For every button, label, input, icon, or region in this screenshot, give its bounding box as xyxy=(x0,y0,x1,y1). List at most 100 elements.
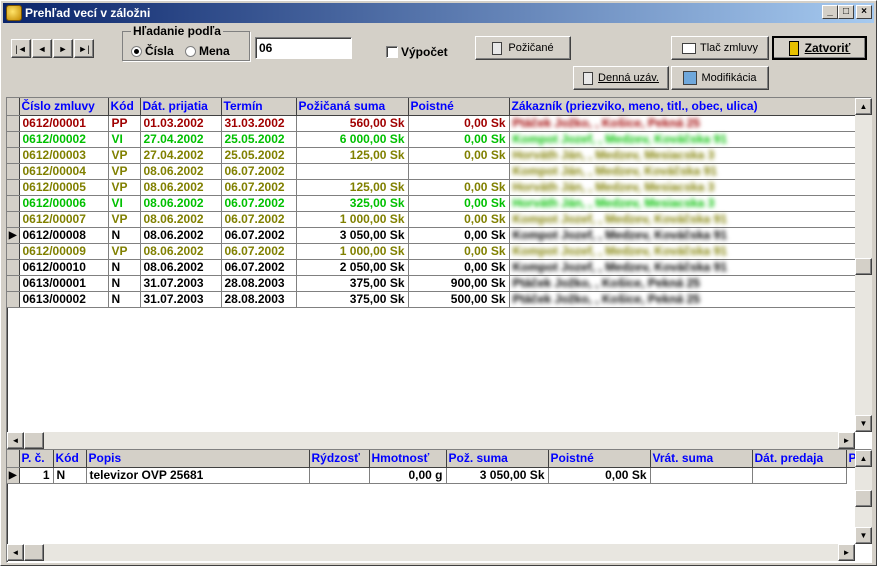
search-legend: Hľadanie podľa xyxy=(131,24,223,38)
column-header[interactable]: Požičaná suma xyxy=(296,98,409,116)
table-cell: 0,00 Sk xyxy=(408,243,510,260)
table-cell: 0,00 g xyxy=(369,467,447,484)
table-cell: 0612/00006 xyxy=(19,195,109,212)
column-header[interactable]: Dát. predaja xyxy=(752,450,847,468)
close-window-button[interactable]: × xyxy=(856,5,872,19)
hscroll-thumb[interactable] xyxy=(24,544,44,561)
column-header[interactable]: Vrát. suma xyxy=(650,450,753,468)
items-grid[interactable]: P. č. Kód Popis Rýdzosť Hmotnosť Pož. suma Poi… xyxy=(6,449,872,563)
table-cell: 27.04.2002 xyxy=(140,147,222,164)
print-contract-button[interactable]: Tlač zmluvy xyxy=(671,36,769,60)
table-row[interactable]: 0612/00007 VP 08.06.2002 06.07.2002 1 000,00… xyxy=(7,211,860,228)
hscroll-thumb[interactable] xyxy=(24,432,44,449)
table-row[interactable]: 0613/00001 N 31.07.2003 28.08.2003 375,00 Sk… xyxy=(7,275,860,292)
table-cell: Kompot Ján, , Medzev, Kováčska 91 xyxy=(509,163,860,180)
nav-last-button[interactable]: ►| xyxy=(74,39,94,58)
table-row[interactable]: 0613/00002 N 31.07.2003 28.08.2003 375,00 Sk… xyxy=(7,291,860,308)
table-cell: 0612/00002 xyxy=(19,131,109,148)
table-cell: VP xyxy=(108,163,141,180)
table-cell: 0612/00005 xyxy=(19,179,109,196)
table-row[interactable]: 0612/00004 VP 08.06.2002 06.07.2002 Kompot J… xyxy=(7,163,860,180)
table-cell: 08.06.2002 xyxy=(140,227,222,244)
contracts-vscroll[interactable]: ▲ ▼ xyxy=(855,98,872,432)
scroll-thumb[interactable] xyxy=(855,258,872,275)
table-cell: 08.06.2002 xyxy=(140,195,222,212)
scroll-down-arrow[interactable]: ▼ xyxy=(855,415,872,432)
nav-next-button[interactable]: ► xyxy=(53,39,73,58)
table-cell: 0,00 Sk xyxy=(408,179,510,196)
scroll-right-arrow[interactable]: ► xyxy=(838,432,855,449)
table-row[interactable]: 0612/00002 VI 27.04.2002 25.05.2002 6 000,00… xyxy=(7,131,860,148)
table-cell: Horváth Ján, , Medzev, Mesiacska 3 xyxy=(509,179,860,196)
app-icon xyxy=(6,5,22,21)
printer-icon xyxy=(681,42,696,54)
column-header[interactable]: Popis xyxy=(86,450,310,468)
table-row[interactable]: 0612/00003 VP 27.04.2002 25.05.2002 125,00 S… xyxy=(7,147,860,164)
table-row[interactable]: 0612/00010 N 08.06.2002 06.07.2002 2 050,00 … xyxy=(7,259,860,276)
column-header[interactable]: Hmotnosť xyxy=(369,450,447,468)
search-input[interactable]: 06 xyxy=(255,37,352,59)
modify-button[interactable]: Modifikácia xyxy=(671,66,769,90)
table-cell: 0,00 Sk xyxy=(408,195,510,212)
column-header[interactable]: Kód xyxy=(108,98,141,116)
table-row[interactable]: 0612/00006 VI 08.06.2002 06.07.2002 325,00 S… xyxy=(7,195,860,212)
table-cell: Ptáček Jožko, , Košice, Pekná 25 xyxy=(509,275,860,292)
table-cell: 28.08.2003 xyxy=(221,275,297,292)
table-row[interactable]: ▶ 0612/00008 N 08.06.2002 06.07.2002 3 050,00… xyxy=(7,227,860,244)
table-cell: Ptáček Jožko, , Košice, Pekná 25 xyxy=(509,291,860,308)
table-cell: N xyxy=(108,291,141,308)
column-header[interactable]: Poistné xyxy=(408,98,510,116)
table-cell: 0,00 Sk xyxy=(408,131,510,148)
column-header[interactable]: Rýdzosť xyxy=(309,450,370,468)
minimize-button[interactable]: _ xyxy=(822,5,838,19)
scroll-up-arrow[interactable]: ▲ xyxy=(855,450,872,467)
scroll-left-arrow[interactable]: ◄ xyxy=(7,544,24,561)
column-header[interactable]: Dát. prijatia xyxy=(140,98,222,116)
items-table: P. č. Kód Popis Rýdzosť Hmotnosť Pož. suma Poi… xyxy=(7,450,860,484)
items-vscroll[interactable]: ▲ ▼ xyxy=(855,450,872,544)
borrowed-button[interactable]: Požičané xyxy=(475,36,571,60)
table-row[interactable]: 0612/00001 PP 01.03.2002 31.03.2002 560,00 S… xyxy=(7,115,860,132)
title-bar[interactable]: Prehľad vecí v záložni _ □ × xyxy=(3,3,874,23)
table-cell xyxy=(309,467,370,484)
table-cell: N xyxy=(108,227,141,244)
table-cell: Kompot Jozef, , Medzev, Kováčska 91 xyxy=(509,131,860,148)
calc-checkbox[interactable]: Výpočet xyxy=(386,45,448,59)
table-cell: 0612/00004 xyxy=(19,163,109,180)
close-button[interactable]: Zatvoriť xyxy=(772,36,867,60)
column-header[interactable]: Zákazník (priezviko, meno, titl., obec, … xyxy=(509,98,860,116)
scroll-up-arrow[interactable]: ▲ xyxy=(855,98,872,115)
scroll-left-arrow[interactable]: ◄ xyxy=(7,432,24,449)
table-cell: 25.05.2002 xyxy=(221,131,297,148)
table-cell: 06.07.2002 xyxy=(221,195,297,212)
radio-name[interactable]: Mena xyxy=(185,44,230,58)
daily-close-button[interactable]: Denná uzáv. xyxy=(573,66,669,90)
table-cell: 31.07.2003 xyxy=(140,275,222,292)
radio-number[interactable]: Čísla xyxy=(131,44,174,58)
table-cell: 560,00 Sk xyxy=(296,115,409,132)
column-header[interactable]: Kód xyxy=(53,450,87,468)
contracts-hscroll[interactable]: ◄ ► xyxy=(7,432,855,449)
column-header[interactable]: Poistné xyxy=(548,450,651,468)
column-header[interactable]: Termín xyxy=(221,98,297,116)
nav-first-button[interactable]: |◄ xyxy=(11,39,31,58)
maximize-button[interactable]: □ xyxy=(838,5,854,19)
column-header[interactable]: P. č. xyxy=(19,450,54,468)
column-header[interactable]: Pož. suma xyxy=(446,450,549,468)
scroll-right-arrow[interactable]: ► xyxy=(838,544,855,561)
nav-prev-button[interactable]: ◄ xyxy=(32,39,52,58)
items-hscroll[interactable]: ◄ ► xyxy=(7,544,855,561)
table-cell: N xyxy=(53,467,87,484)
table-cell: 1 000,00 Sk xyxy=(296,243,409,260)
table-row[interactable]: 0612/00009 VP 08.06.2002 06.07.2002 1 000,00… xyxy=(7,243,860,260)
scroll-thumb[interactable] xyxy=(855,490,872,507)
table-cell: 0612/00001 xyxy=(19,115,109,132)
table-cell: Horváth Ján, , Medzev, Mesiacska 3 xyxy=(509,147,860,164)
column-header[interactable]: Číslo zmluvy xyxy=(19,98,109,116)
table-row[interactable]: ▶ 1 Ntelevizor OVP 25681 0,00 g3 050,00 Sk 0… xyxy=(7,467,859,484)
table-cell: Kompot Jozef, , Medzev, Kováčska 91 xyxy=(509,259,860,276)
table-row[interactable]: 0612/00005 VP 08.06.2002 06.07.2002 125,00 S… xyxy=(7,179,860,196)
table-cell xyxy=(650,467,753,484)
contracts-grid[interactable]: Číslo zmluvy Kód Dát. prijatia Termín Požiča… xyxy=(6,97,872,451)
scroll-down-arrow[interactable]: ▼ xyxy=(855,527,872,544)
